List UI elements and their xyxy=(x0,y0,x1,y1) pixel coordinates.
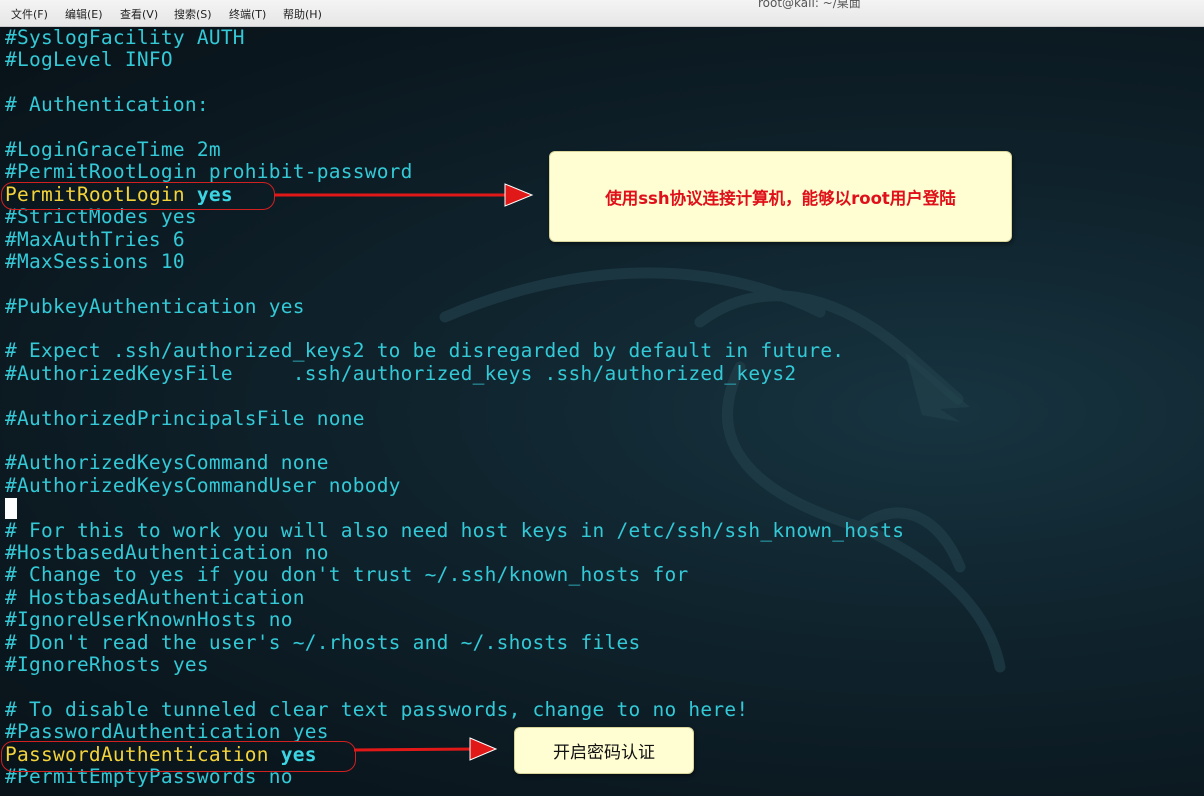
callout-password-text: 开启密码认证 xyxy=(553,743,655,763)
menu-bar: root@kali: ~/桌面 文件(F) 编辑(E) 查看(V) 搜索(S) … xyxy=(0,0,1204,27)
arrow-password xyxy=(353,737,498,761)
menu-help[interactable]: 帮助(H) xyxy=(283,8,322,22)
callout-password: 开启密码认证 xyxy=(514,727,694,774)
menu-search[interactable]: 搜索(S) xyxy=(174,8,212,22)
menu-terminal[interactable]: 终端(T) xyxy=(229,8,266,22)
annotation-arrows xyxy=(275,183,534,761)
terminal-area[interactable]: #SyslogFacility AUTH #LogLevel INFO # Auth… xyxy=(0,27,1204,796)
menu-edit[interactable]: 编辑(E) xyxy=(65,8,103,22)
callout-root-login: 使用ssh协议连接计算机，能够以root用户登陆 xyxy=(549,151,1012,242)
window-title: root@kali: ~/桌面 xyxy=(758,0,861,10)
arrow-root-login xyxy=(275,183,534,207)
callout-root-login-text: 使用ssh协议连接计算机，能够以root用户登陆 xyxy=(605,188,956,208)
menu-view[interactable]: 查看(V) xyxy=(120,8,158,22)
menu-file[interactable]: 文件(F) xyxy=(11,8,48,22)
